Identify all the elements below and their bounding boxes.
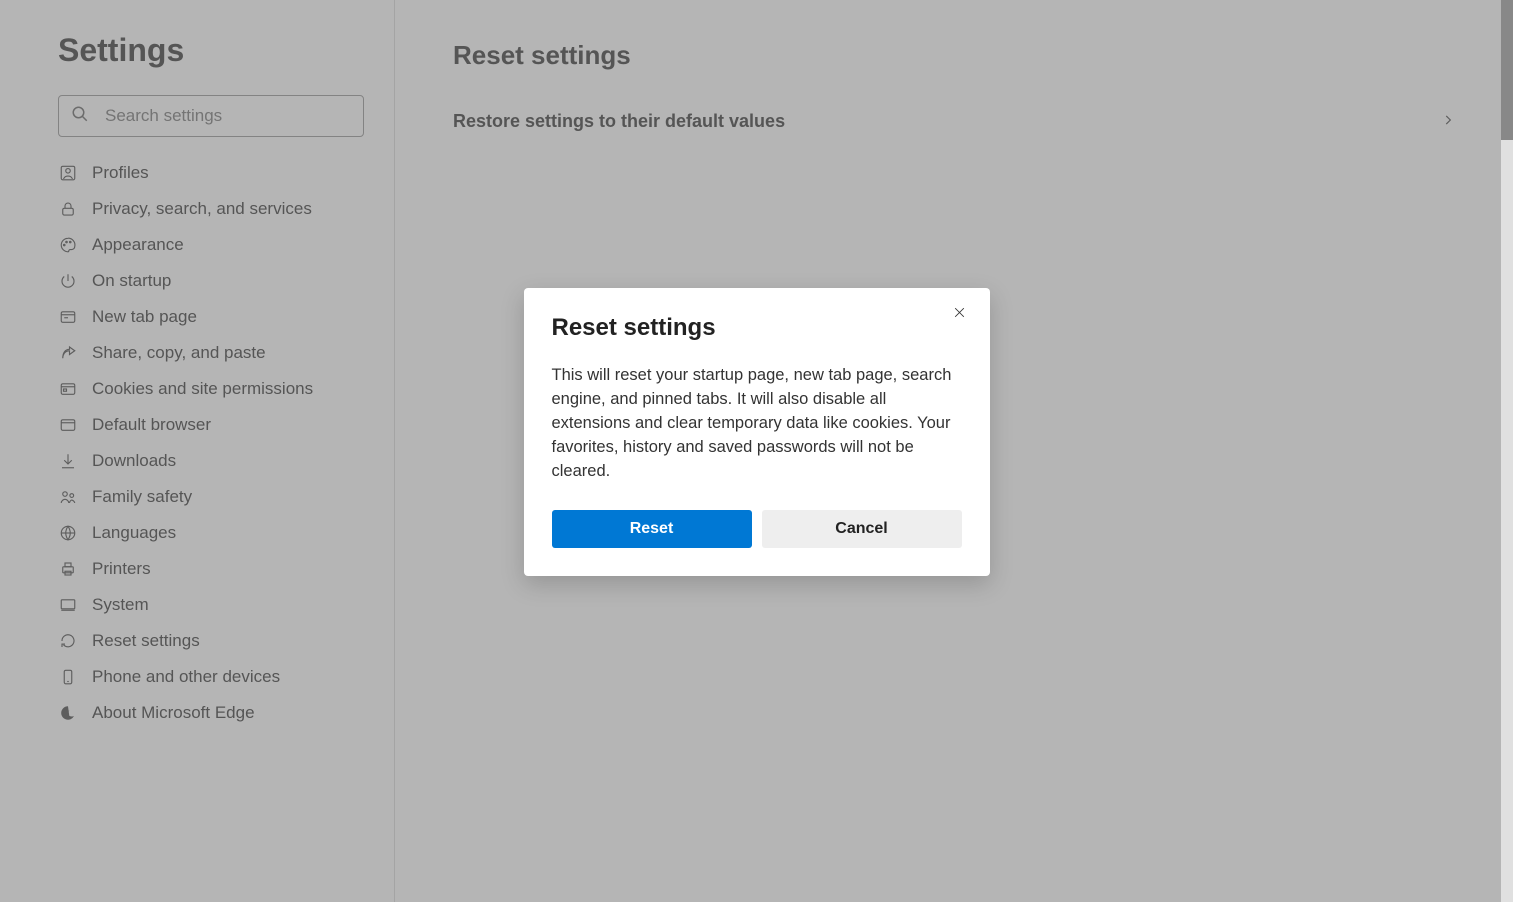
scrollbar-track[interactable]: [1501, 0, 1513, 902]
modal-overlay: Reset settings This will reset your star…: [0, 0, 1513, 902]
scrollbar-thumb[interactable]: [1501, 0, 1513, 140]
close-button[interactable]: [948, 302, 972, 326]
reset-button[interactable]: Reset: [552, 510, 752, 548]
dialog-actions: Reset Cancel: [552, 510, 962, 548]
close-icon: [953, 306, 966, 322]
reset-dialog: Reset settings This will reset your star…: [524, 288, 990, 576]
cancel-button[interactable]: Cancel: [762, 510, 962, 548]
dialog-body: This will reset your startup page, new t…: [552, 364, 962, 484]
dialog-title: Reset settings: [552, 314, 962, 342]
